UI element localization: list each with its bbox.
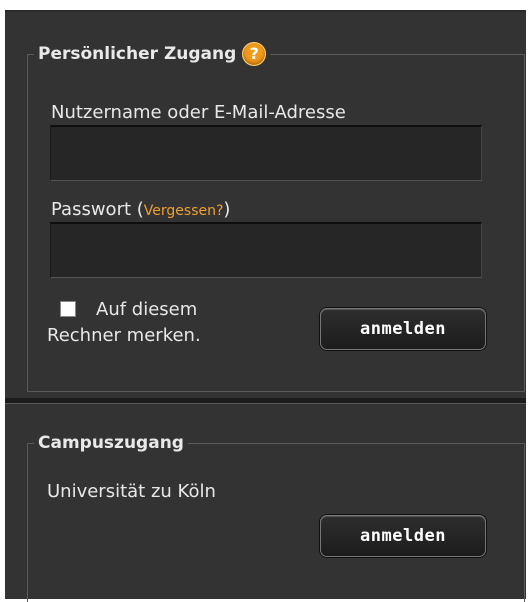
personal-access-section: Persönlicher Zugang ? Nutzername oder E-…	[5, 10, 526, 400]
personal-access-legend: Persönlicher Zugang ?	[34, 42, 270, 66]
personal-access-title: Persönlicher Zugang	[38, 44, 237, 64]
institution-label: Universität zu Köln	[47, 481, 216, 502]
login-panel: Persönlicher Zugang ? Nutzername oder E-…	[0, 0, 531, 602]
username-label: Nutzername oder E-Mail-Adresse	[51, 102, 346, 123]
forgot-close-paren: )	[223, 199, 231, 220]
remember-label-line1: Auf diesem	[96, 299, 198, 320]
password-label-row: Passwort (Vergessen?)	[51, 199, 230, 220]
campus-access-legend: Campuszugang	[34, 432, 188, 454]
password-label: Passwort	[51, 199, 132, 220]
remember-label-line2: Rechner merken.	[47, 325, 201, 346]
forgot-open-paren: (	[136, 199, 144, 220]
forgot-password-link[interactable]: Vergessen?	[144, 203, 224, 219]
campus-access-title: Campuszugang	[38, 433, 184, 453]
remember-checkbox[interactable]	[60, 301, 76, 317]
campus-login-button[interactable]: anmelden	[320, 515, 486, 557]
username-input[interactable]	[50, 125, 482, 181]
password-input[interactable]	[50, 222, 482, 278]
help-icon[interactable]: ?	[242, 42, 267, 66]
personal-login-button[interactable]: anmelden	[320, 308, 486, 350]
campus-access-section: Campuszugang Universität zu Köln anmelde…	[5, 403, 526, 602]
